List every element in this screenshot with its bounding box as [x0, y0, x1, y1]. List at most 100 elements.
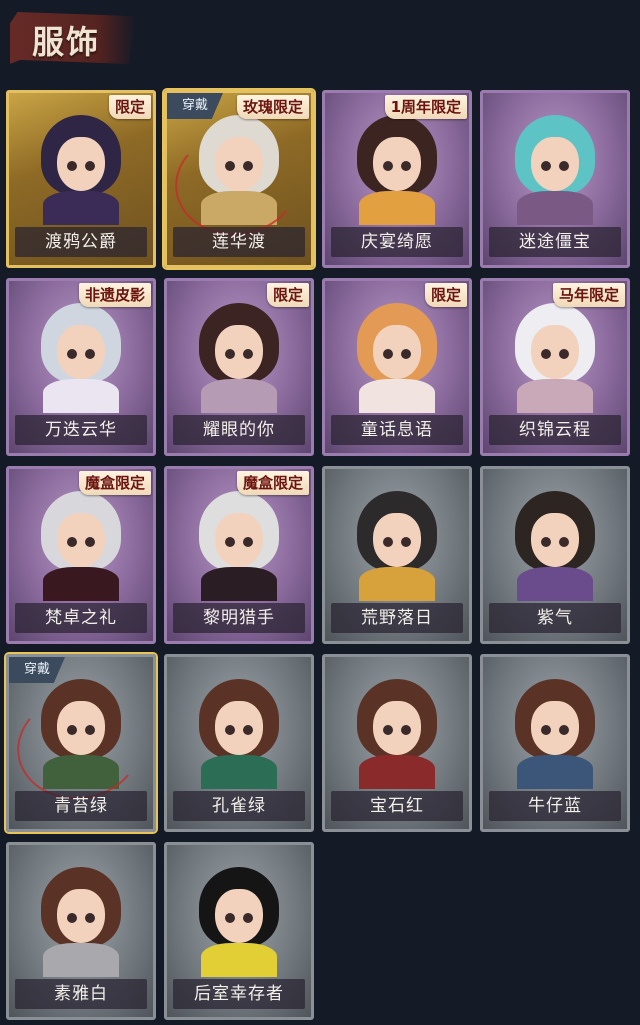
- portrait-outfit: [359, 379, 435, 413]
- costume-card[interactable]: 穿戴 青苔绿: [6, 654, 156, 832]
- portrait-eye: [541, 161, 551, 171]
- portrait-outfit: [359, 567, 435, 601]
- costume-label-bar: 万迭云华: [15, 415, 147, 445]
- portrait-eye: [225, 725, 235, 735]
- portrait-eye: [225, 913, 235, 923]
- portrait-outfit: [201, 379, 277, 413]
- portrait-outfit: [201, 943, 277, 977]
- portrait-eye: [225, 537, 235, 547]
- costume-name: 宝石红: [370, 796, 424, 816]
- costume-name: 荒野落日: [361, 608, 433, 628]
- costume-label-bar: 迷途僵宝: [489, 227, 621, 257]
- portrait-outfit: [517, 379, 593, 413]
- portrait-outfit: [201, 755, 277, 789]
- costume-card[interactable]: 荒野落日: [322, 466, 472, 644]
- costume-card[interactable]: 紫气: [480, 466, 630, 644]
- costume-card[interactable]: 素雅白: [6, 842, 156, 1020]
- costume-name: 牛仔蓝: [528, 796, 582, 816]
- portrait-eye: [559, 161, 569, 171]
- portrait-face: [57, 513, 105, 567]
- costume-label-bar: 莲华渡: [173, 227, 305, 257]
- limited-tag: 非遗皮影: [78, 283, 151, 307]
- costume-card[interactable]: 魔盒限定梵卓之礼: [6, 466, 156, 644]
- limited-tag: 马年限定: [552, 283, 625, 307]
- portrait-eye: [559, 537, 569, 547]
- page-title: 服饰: [32, 23, 101, 61]
- costume-label-bar: 童话息语: [331, 415, 463, 445]
- costume-card[interactable]: 孔雀绿: [164, 654, 314, 832]
- portrait-face: [373, 325, 421, 379]
- portrait-outfit: [43, 191, 119, 225]
- costume-card[interactable]: 限定 渡鸦公爵: [6, 90, 156, 268]
- costume-name: 童话息语: [361, 420, 433, 440]
- portrait-eye: [67, 161, 77, 171]
- portrait-eye: [541, 725, 551, 735]
- character-portrait: [501, 483, 609, 601]
- character-portrait: [501, 295, 609, 413]
- costume-label-bar: 宝石红: [331, 791, 463, 821]
- portrait-face: [215, 325, 263, 379]
- costume-label-bar: 庆宴绮愿: [331, 227, 463, 257]
- costume-name: 迷途僵宝: [519, 232, 591, 252]
- costume-name: 耀眼的你: [203, 420, 275, 440]
- portrait-outfit: [359, 191, 435, 225]
- portrait-eye: [243, 913, 253, 923]
- costume-label-bar: 黎明猎手: [173, 603, 305, 633]
- costume-card[interactable]: 穿戴 玫瑰限定 莲华渡: [164, 90, 314, 268]
- costume-card[interactable]: 马年限定 织锦云程: [480, 278, 630, 456]
- costume-name: 万迭云华: [45, 420, 117, 440]
- costume-label-bar: 牛仔蓝: [489, 791, 621, 821]
- header: 服饰: [0, 0, 640, 80]
- portrait-eye: [225, 349, 235, 359]
- character-portrait: [27, 859, 135, 977]
- costume-card[interactable]: 后室幸存者: [164, 842, 314, 1020]
- costume-card[interactable]: 限定童话息语: [322, 278, 472, 456]
- portrait-eye: [243, 725, 253, 735]
- portrait-outfit: [43, 943, 119, 977]
- costume-name: 孔雀绿: [212, 796, 266, 816]
- portrait-eye: [383, 537, 393, 547]
- character-portrait: [185, 671, 293, 789]
- limited-tag: 魔盒限定: [236, 471, 309, 495]
- portrait-face: [215, 701, 263, 755]
- portrait-eye: [67, 913, 77, 923]
- portrait-face: [531, 513, 579, 567]
- portrait-eye: [541, 537, 551, 547]
- costume-name: 黎明猎手: [203, 608, 275, 628]
- portrait-face: [531, 701, 579, 755]
- character-portrait: [343, 107, 451, 225]
- portrait-face: [215, 889, 263, 943]
- portrait-eye: [559, 349, 569, 359]
- costume-card[interactable]: 牛仔蓝: [480, 654, 630, 832]
- portrait-face: [531, 325, 579, 379]
- costume-label-bar: 青苔绿: [15, 791, 147, 821]
- portrait-face: [373, 513, 421, 567]
- portrait-outfit: [517, 755, 593, 789]
- portrait-outfit: [43, 567, 119, 601]
- costume-card[interactable]: 魔盒限定黎明猎手: [164, 466, 314, 644]
- character-portrait: [343, 295, 451, 413]
- portrait-eye: [67, 537, 77, 547]
- character-portrait: [185, 295, 293, 413]
- costume-label-bar: 素雅白: [15, 979, 147, 1009]
- costume-card[interactable]: 迷途僵宝: [480, 90, 630, 268]
- costume-card[interactable]: 宝石红: [322, 654, 472, 832]
- portrait-eye: [541, 349, 551, 359]
- costume-name: 庆宴绮愿: [361, 232, 433, 252]
- costume-card[interactable]: 1周年限定庆宴绮愿: [322, 90, 472, 268]
- portrait-face: [531, 137, 579, 191]
- character-portrait: [343, 671, 451, 789]
- portrait-eye: [401, 349, 411, 359]
- costume-card[interactable]: 非遗皮影万迭云华: [6, 278, 156, 456]
- costume-name: 青苔绿: [54, 796, 108, 816]
- limited-tag: 魔盒限定: [78, 471, 151, 495]
- costume-name: 梵卓之礼: [45, 608, 117, 628]
- limited-tag: 限定: [424, 283, 467, 307]
- costume-card[interactable]: 限定 耀眼的你: [164, 278, 314, 456]
- limited-tag: 玫瑰限定: [236, 95, 309, 119]
- portrait-eye: [243, 349, 253, 359]
- character-portrait: [27, 295, 135, 413]
- limited-tag: 1周年限定: [384, 95, 467, 119]
- portrait-face: [215, 513, 263, 567]
- portrait-outfit: [359, 755, 435, 789]
